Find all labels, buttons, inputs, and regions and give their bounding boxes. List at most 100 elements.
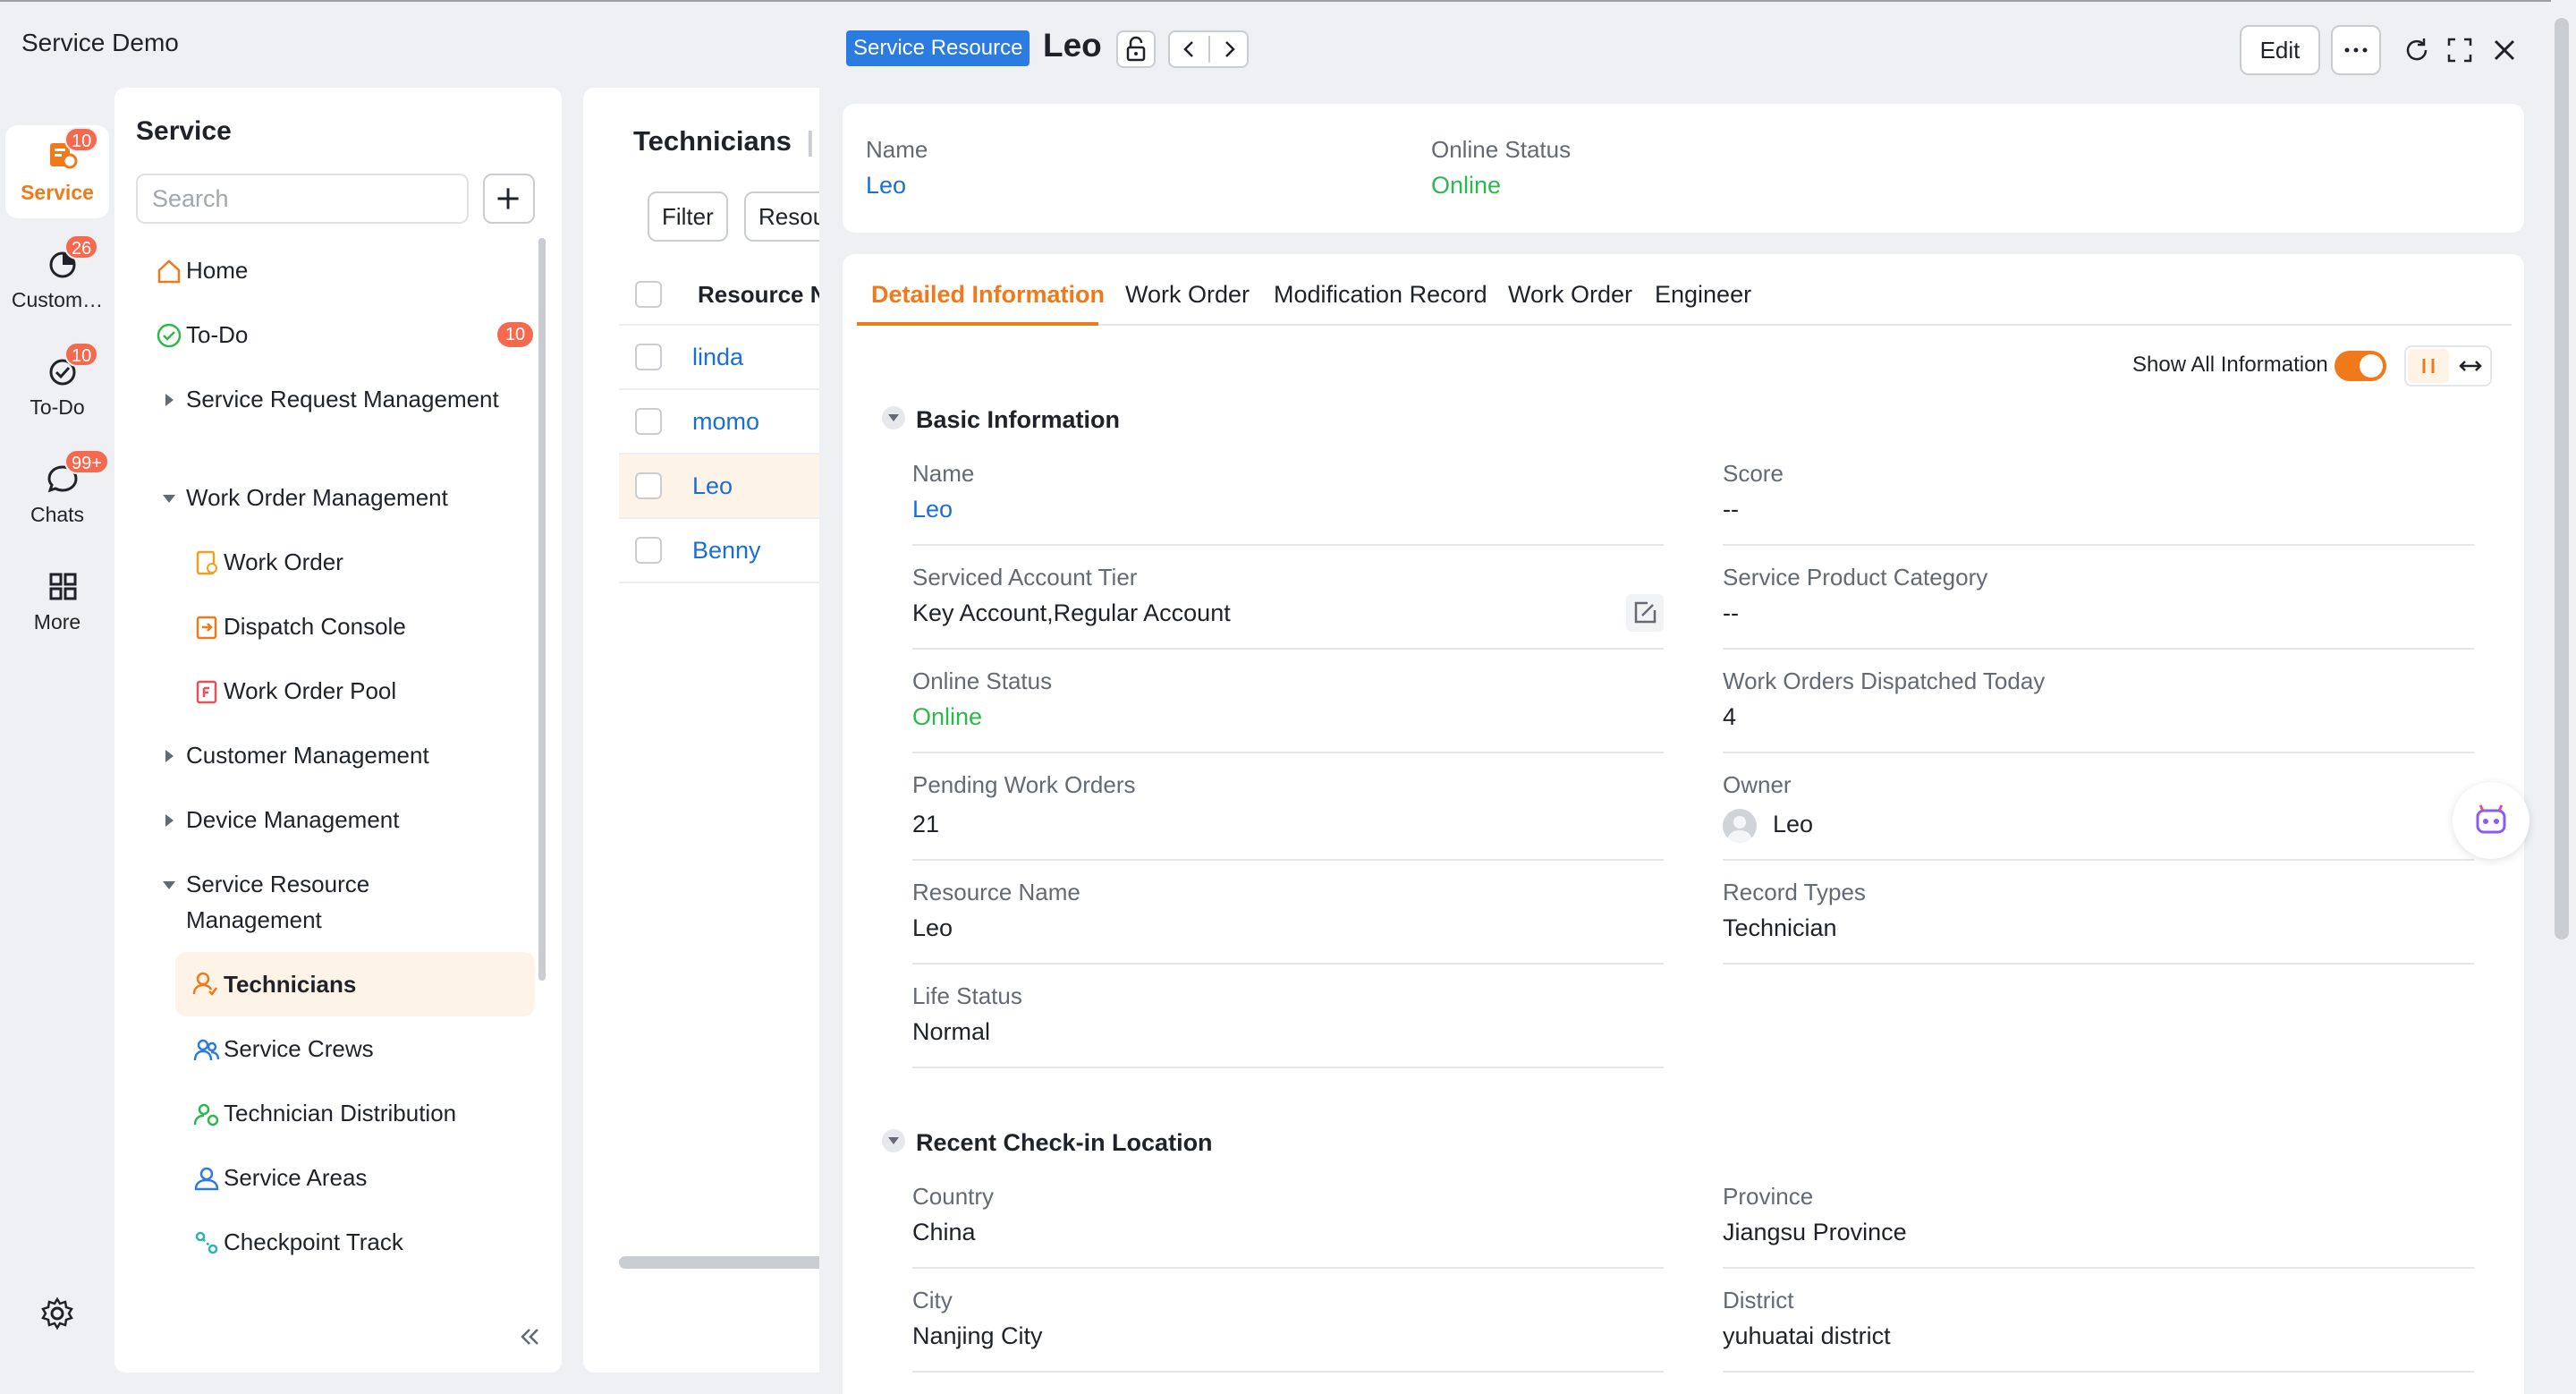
field-label: Serviced Account Tier	[912, 564, 1138, 591]
tab-work-order[interactable]: Work Order	[1125, 281, 1250, 309]
layout-switch	[2404, 345, 2492, 387]
field-life-status: Life Status Normal	[912, 965, 1664, 1068]
row-checkbox[interactable]	[635, 537, 662, 564]
field-label: Score	[1723, 460, 1784, 487]
row-resource-link[interactable]: Benny	[692, 537, 761, 565]
full-width-layout-button[interactable]	[2451, 349, 2490, 383]
row-resource-link[interactable]: Leo	[692, 472, 733, 500]
nav-add-button[interactable]	[483, 174, 535, 224]
chevron-right-icon[interactable]	[1209, 32, 1249, 66]
field-label: Province	[1723, 1183, 1814, 1210]
caret-down-icon	[163, 881, 175, 889]
two-column-layout-button[interactable]	[2408, 349, 2449, 383]
nav-item-checkpoint-track[interactable]: Checkpoint Track	[140, 1224, 533, 1260]
field-province: Province Jiangsu Province	[1723, 1165, 2474, 1269]
rail-item-customer[interactable]: 26 Custom…	[5, 233, 109, 326]
fullscreen-icon[interactable]	[2444, 34, 2476, 66]
show-all-information-toggle[interactable]	[2334, 351, 2386, 381]
refresh-icon[interactable]	[2401, 34, 2433, 66]
section-basic-information[interactable]: Basic Information	[882, 404, 1120, 434]
summary-card: Name Leo Online Status Online	[843, 104, 2524, 233]
rail-item-service[interactable]: 10 Service	[5, 125, 109, 218]
nav-item-work-order-pool[interactable]: Work Order Pool	[140, 673, 533, 709]
two-column-icon	[2422, 359, 2435, 373]
field-name: Name Leo	[912, 442, 1664, 546]
nav-scrollbar[interactable]	[538, 238, 546, 981]
tab-modification-record[interactable]: Modification Record	[1274, 281, 1487, 309]
nav-group-device-management[interactable]: Device Management	[140, 802, 533, 837]
nav-item-technicians[interactable]: Technicians	[175, 952, 535, 1016]
rail-item-todo[interactable]: 10 To-Do	[5, 340, 109, 433]
select-all-checkbox[interactable]	[635, 281, 662, 308]
tab-engineer[interactable]: Engineer	[1655, 281, 1751, 309]
rail-label: Custom…	[11, 288, 104, 311]
nav-item-dispatch-console[interactable]: Dispatch Console	[140, 608, 533, 644]
nav-item-technician-distribution[interactable]: Technician Distribution	[140, 1095, 533, 1131]
inline-edit-button[interactable]	[1626, 594, 1664, 632]
nav-item-todo[interactable]: To-Do 10	[140, 317, 533, 353]
collapse-chevrons-icon[interactable]	[512, 1319, 547, 1355]
field-label: Service Product Category	[1723, 564, 1988, 591]
field-district: District yuhuatai district	[1723, 1269, 2474, 1373]
page-scrollbar-thumb[interactable]	[2555, 18, 2569, 939]
record-pager	[1168, 30, 1249, 68]
field-value: Online	[912, 703, 983, 730]
field-label: Resource Name	[912, 879, 1080, 905]
list-row[interactable]: Benny	[619, 519, 819, 583]
nav-item-service-crews[interactable]: Service Crews	[140, 1031, 533, 1067]
nav-item-home[interactable]: Home	[140, 252, 533, 288]
close-icon[interactable]	[2488, 34, 2521, 66]
row-resource-link[interactable]: momo	[692, 408, 759, 436]
detail-tabs: Detailed Information Work Order Modifica…	[857, 254, 2512, 326]
nav-item-service-areas[interactable]: Service Areas	[140, 1160, 533, 1195]
field-value: Jiangsu Province	[1723, 1219, 1907, 1245]
list-horizontal-scrollbar[interactable]	[619, 1256, 819, 1269]
nav-group-customer-management[interactable]: Customer Management	[140, 737, 533, 773]
edit-button[interactable]: Edit	[2240, 25, 2320, 75]
ai-assistant-button[interactable]	[2453, 782, 2529, 859]
column-header-resource-name[interactable]: Resource N	[698, 281, 819, 309]
nav-item-label: Dispatch Console	[224, 613, 406, 640]
rail-item-chats[interactable]: 99+ Chats	[5, 447, 109, 540]
caret-right-icon	[165, 394, 174, 406]
field-value-link[interactable]: Leo	[912, 496, 953, 523]
field-score: Score --	[1723, 442, 2474, 546]
show-all-information-label: Show All Information	[2132, 353, 2328, 377]
filter-button[interactable]: Filter	[648, 191, 728, 242]
nav-group-service-request[interactable]: Service Request Management	[140, 381, 533, 456]
more-actions-button[interactable]	[2331, 25, 2381, 75]
tab-detailed-information[interactable]: Detailed Information	[871, 281, 1105, 309]
rail-item-more[interactable]: More	[5, 555, 109, 648]
settings-gear-icon[interactable]	[39, 1296, 75, 1331]
field-value[interactable]: Leo	[1773, 811, 1813, 838]
nav-item-label: Service Areas	[224, 1164, 368, 1191]
section-recent-check-in-location[interactable]: Recent Check-in Location	[882, 1127, 1213, 1157]
field-label: Online Status	[912, 667, 1053, 694]
nav-search-input[interactable]	[136, 174, 469, 224]
row-checkbox[interactable]	[635, 472, 662, 499]
nav-item-work-order[interactable]: Work Order	[140, 544, 533, 580]
row-checkbox[interactable]	[635, 408, 662, 435]
summary-label-online-status: Online Status	[1431, 136, 1572, 163]
avatar[interactable]	[1723, 809, 1757, 843]
nav-group-work-order-management[interactable]: Work Order Management	[140, 480, 533, 515]
field-label: Pending Work Orders	[912, 771, 1136, 798]
row-resource-link[interactable]: linda	[692, 344, 743, 371]
lock-button[interactable]	[1116, 30, 1156, 68]
chevron-left-icon[interactable]	[1170, 32, 1209, 66]
list-row-selected[interactable]: Leo	[619, 455, 819, 519]
tab-work-order-2[interactable]: Work Order	[1508, 281, 1632, 309]
row-checkbox[interactable]	[635, 344, 662, 370]
technicians-list-panel: Technicians | A Filter Resou Resource N …	[583, 88, 819, 1373]
summary-value-name[interactable]: Leo	[866, 172, 906, 200]
list-row[interactable]: momo	[619, 390, 819, 455]
app-title: Service Demo	[21, 29, 179, 56]
page-scrollbar[interactable]	[2551, 0, 2576, 1394]
nav-group-service-resource-management[interactable]: Service Resource Management	[140, 866, 533, 941]
resource-view-button[interactable]: Resou	[744, 191, 819, 242]
list-row[interactable]: linda	[619, 326, 819, 390]
work-order-pool-icon	[196, 680, 217, 704]
nav-title: Service	[136, 116, 232, 146]
rail-badge: 26	[64, 234, 99, 259]
distribution-icon	[193, 1103, 219, 1126]
